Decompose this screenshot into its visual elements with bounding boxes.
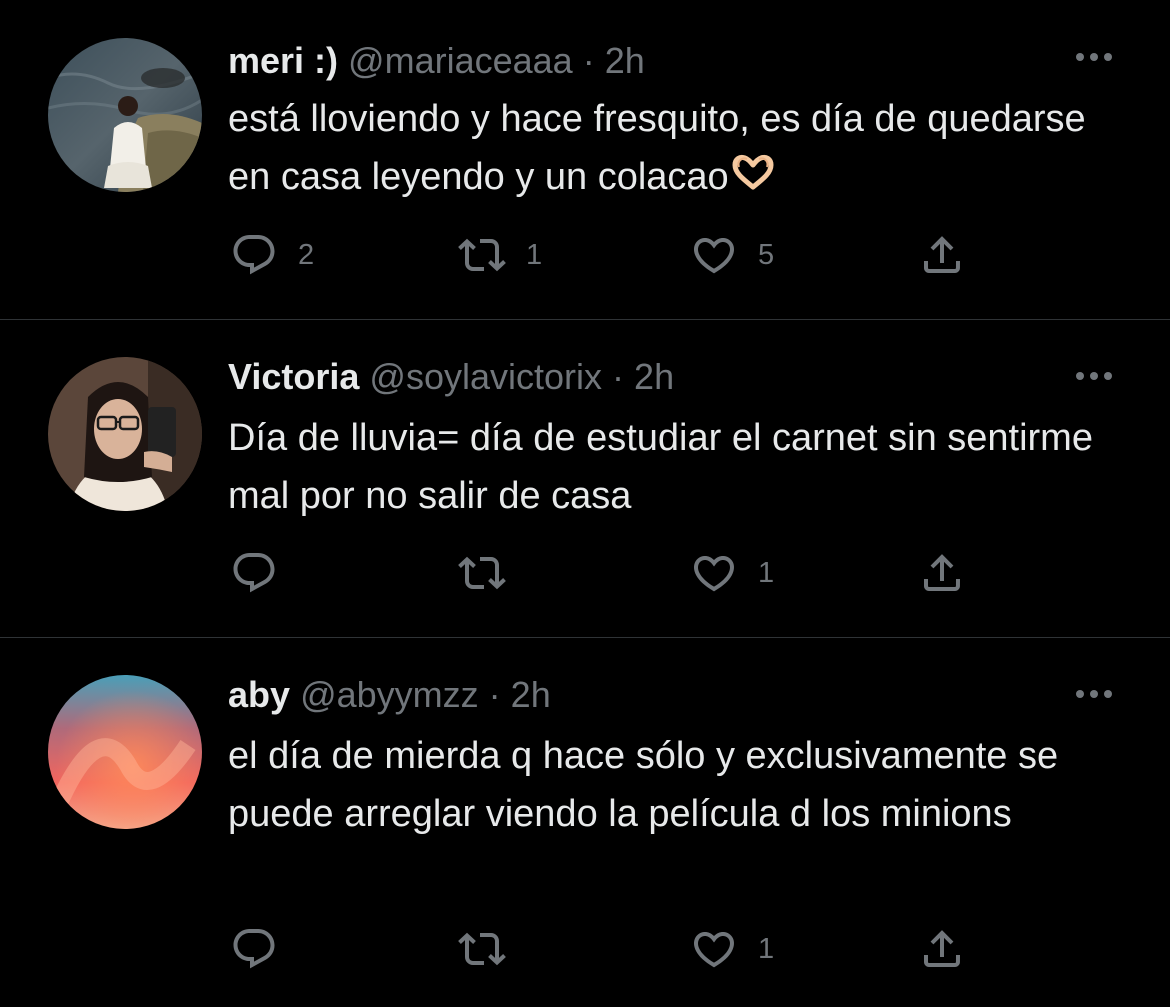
more-button[interactable] <box>1071 364 1117 388</box>
tweet-text-content: Día de lluvia= día de estudiar el carnet… <box>228 417 1093 517</box>
more-icon <box>1076 372 1112 380</box>
like-count: 1 <box>758 932 775 965</box>
retweet-button[interactable]: 1 <box>458 227 542 283</box>
tweet-header: meri :) @mariaceaaa · 2h <box>228 38 645 84</box>
separator-dot: · <box>488 674 501 715</box>
share-button[interactable] <box>918 227 966 283</box>
separator-dot: · <box>582 40 595 81</box>
tweet-divider <box>0 637 1170 638</box>
heart-hands-icon <box>732 154 774 190</box>
tweet-header: aby @abyymzz · 2h <box>228 672 551 718</box>
tweet-text: está lloviendo y hace fresquito, es día … <box>228 90 1128 206</box>
like-button[interactable]: 1 <box>690 545 774 601</box>
heart-icon <box>690 925 738 973</box>
share-icon <box>918 231 966 279</box>
share-icon <box>918 549 966 597</box>
retweet-icon <box>458 925 506 973</box>
reply-icon <box>230 549 278 597</box>
user-handle[interactable]: @abyymzz <box>300 674 479 715</box>
heart-icon <box>690 231 738 279</box>
tweet-header: Victoria @soylavictorix · 2h <box>228 354 674 400</box>
reply-icon <box>230 231 278 279</box>
retweet-button[interactable] <box>458 921 526 977</box>
avatar[interactable] <box>48 357 202 511</box>
tweet-text-content: está lloviendo y hace fresquito, es día … <box>228 98 1086 198</box>
retweet-icon <box>458 549 506 597</box>
display-name[interactable]: Victoria <box>228 356 359 397</box>
share-button[interactable] <box>918 921 966 977</box>
timestamp[interactable]: 2h <box>634 356 674 397</box>
avatar[interactable] <box>48 675 202 829</box>
reply-count: 2 <box>298 238 315 271</box>
retweet-count: 1 <box>526 238 543 271</box>
tweet-divider <box>0 319 1170 320</box>
like-button[interactable]: 5 <box>690 227 774 283</box>
separator-dot: · <box>612 356 625 397</box>
timestamp[interactable]: 2h <box>605 40 645 81</box>
more-icon <box>1076 53 1112 61</box>
avatar-image-icon <box>48 357 202 511</box>
timestamp[interactable]: 2h <box>511 674 551 715</box>
retweet-button[interactable] <box>458 545 526 601</box>
user-handle[interactable]: @soylavictorix <box>369 356 602 397</box>
reply-button[interactable] <box>230 921 298 977</box>
tweet-text-content: el día de mierda q hace sólo y exclusiva… <box>228 735 1059 835</box>
like-count: 5 <box>758 238 775 271</box>
more-icon <box>1076 690 1112 698</box>
heart-icon <box>690 549 738 597</box>
share-icon <box>918 925 966 973</box>
reply-icon <box>230 925 278 973</box>
more-button[interactable] <box>1071 45 1117 69</box>
user-handle[interactable]: @mariaceaaa <box>348 40 573 81</box>
avatar[interactable] <box>48 38 202 192</box>
reply-button[interactable] <box>230 545 298 601</box>
like-button[interactable]: 1 <box>690 921 774 977</box>
share-button[interactable] <box>918 545 966 601</box>
tweet-text: el día de mierda q hace sólo y exclusiva… <box>228 727 1128 843</box>
more-button[interactable] <box>1071 682 1117 706</box>
like-count: 1 <box>758 556 775 589</box>
display-name[interactable]: meri :) <box>228 40 338 81</box>
display-name[interactable]: aby <box>228 674 290 715</box>
avatar-image-icon <box>48 38 202 192</box>
tweet-text: Día de lluvia= día de estudiar el carnet… <box>228 409 1128 525</box>
retweet-icon <box>458 231 506 279</box>
avatar-image-icon <box>48 675 202 829</box>
reply-button[interactable]: 2 <box>230 227 314 283</box>
